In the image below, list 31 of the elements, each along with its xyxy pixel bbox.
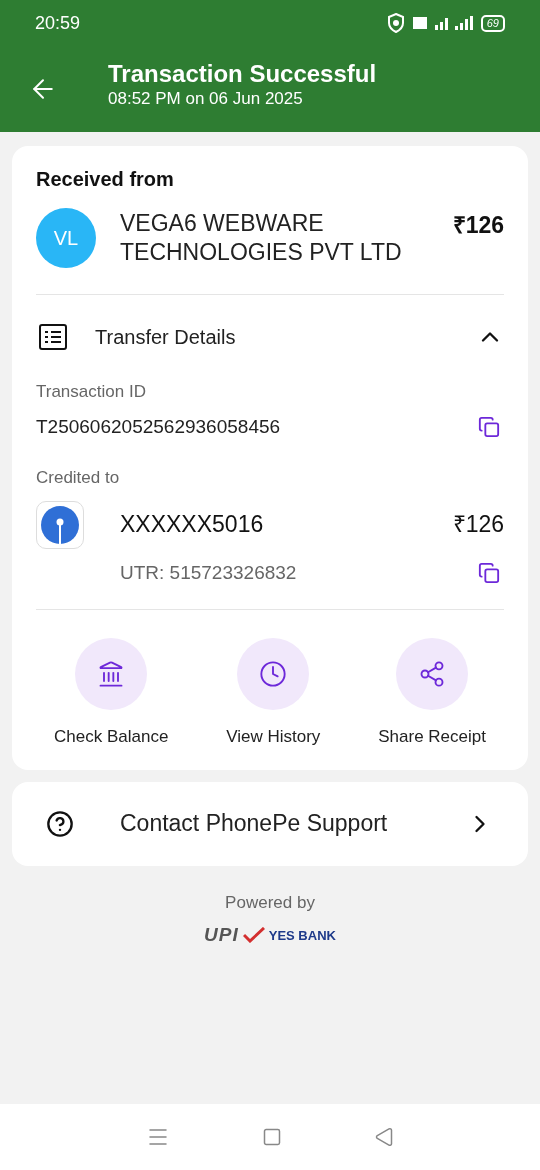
bank-logo [36,500,84,549]
signal-icon [412,15,473,31]
page-title: Transaction Successful [108,59,377,89]
section-heading: Received from [36,167,175,192]
field-label: Transaction ID [36,381,147,403]
field-label: Credited to [36,467,121,489]
upi-logo: UPI [204,923,239,947]
bank-logo-text: YES BANK [268,926,336,945]
clock-icon [259,660,288,688]
back-icon[interactable] [374,1127,394,1147]
list-icon [39,324,67,350]
avatar: VL [36,208,96,268]
received-amount: ₹126 [452,211,504,240]
transaction-id: T2506062052562936058456 [36,414,281,439]
credited-amount: ₹126 [452,510,504,540]
status-time: 20:59 [35,11,81,35]
action-button[interactable]: Share Receipt [378,638,486,750]
shield-icon [386,13,405,33]
home-icon[interactable] [262,1127,282,1147]
payer-name: VEGA6 WEBWARE TECHNOLOGIES PVT LTD [120,209,403,267]
action-button[interactable]: Check Balance [54,638,169,750]
utr-number: UTR: 515723326832 [120,560,297,585]
transaction-time: 08:52 PM on 06 Jun 2025 [108,89,304,109]
action-button[interactable]: View History [226,638,321,750]
powered-by-text: Powered by [225,891,315,914]
transfer-details-toggle[interactable]: Transfer Details [36,295,504,379]
check-icon [242,927,265,944]
help-icon [46,809,74,838]
support-button[interactable]: Contact PhonePe Support [12,781,528,866]
account-number: XXXXXX5016 [120,510,264,540]
battery-indicator: 69 [480,14,505,32]
